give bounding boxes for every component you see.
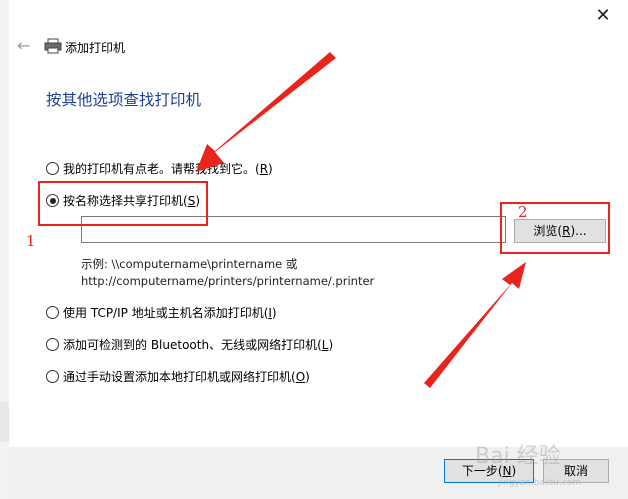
annotation-arrows [196,52,526,388]
annotation-arrow-top [196,52,336,172]
watermark-sub: jingyan.baidu.com [498,478,582,488]
annotation-arrow-bottom [424,262,526,388]
watermark: Bai 经验 [475,444,561,469]
